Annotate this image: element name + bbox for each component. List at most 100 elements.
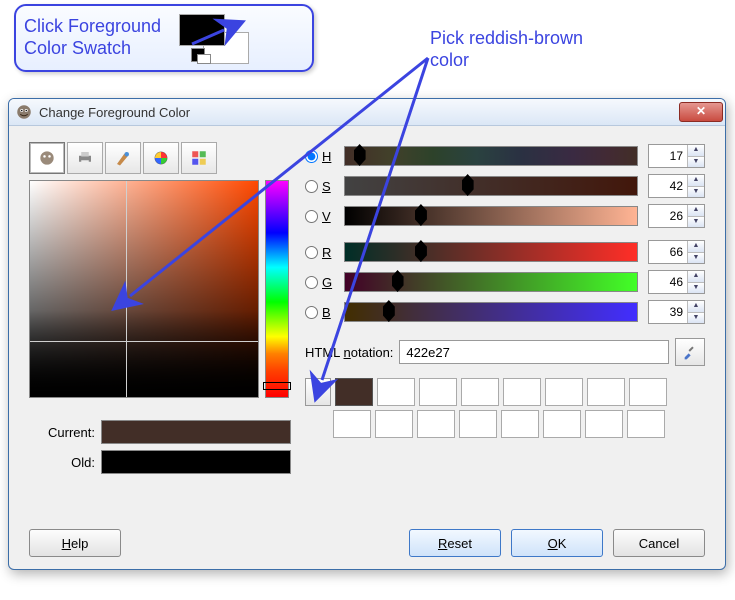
saturation-value-field[interactable] <box>29 180 259 398</box>
tab-gimp-picker[interactable] <box>29 142 65 174</box>
slider-h[interactable] <box>344 146 638 166</box>
history-swatch[interactable] <box>459 410 497 438</box>
hue-marker <box>263 382 291 390</box>
slider-v[interactable] <box>344 206 638 226</box>
change-foreground-color-dialog: Change Foreground Color ✕ <box>8 98 726 570</box>
history-swatch[interactable] <box>629 378 667 406</box>
html-notation-input[interactable] <box>399 340 669 364</box>
history-swatch[interactable] <box>545 378 583 406</box>
spinner-input-g[interactable] <box>649 271 687 293</box>
history-swatch[interactable] <box>335 378 373 406</box>
spinner-s[interactable]: ▲▼ <box>648 174 705 198</box>
channel-row-b: B ▲▼ <box>305 298 705 326</box>
hue-strip[interactable] <box>265 180 289 398</box>
ok-button[interactable]: OK <box>511 529 603 557</box>
color-history-row: ▶ <box>305 378 705 406</box>
channel-radio-h[interactable] <box>305 150 318 163</box>
tab-color-wheel-icon[interactable] <box>143 142 179 174</box>
tab-printer-icon[interactable] <box>67 142 103 174</box>
history-swatch[interactable] <box>501 410 539 438</box>
color-wheel-icon <box>152 149 170 167</box>
tab-watercolor-icon[interactable] <box>105 142 141 174</box>
history-swatch[interactable] <box>503 378 541 406</box>
spinner-down-icon[interactable]: ▼ <box>688 312 704 324</box>
titlebar[interactable]: Change Foreground Color ✕ <box>9 99 725 126</box>
spinner-up-icon[interactable]: ▲ <box>688 301 704 312</box>
spinner-h[interactable]: ▲▼ <box>648 144 705 168</box>
history-swatch[interactable] <box>461 378 499 406</box>
spinner-input-b[interactable] <box>649 301 687 323</box>
cancel-button[interactable]: Cancel <box>613 529 705 557</box>
slider-g[interactable] <box>344 272 638 292</box>
channel-row-s: S ▲▼ <box>305 172 705 200</box>
spinner-g[interactable]: ▲▼ <box>648 270 705 294</box>
annotation-swatch-text: Click Foreground Color Swatch <box>24 16 161 59</box>
channel-label-b: B <box>322 305 336 320</box>
add-to-history-button[interactable]: ▶ <box>305 378 331 406</box>
history-swatch[interactable] <box>585 410 623 438</box>
channel-row-r: R ▲▼ <box>305 238 705 266</box>
spinner-up-icon[interactable]: ▲ <box>688 241 704 252</box>
history-swatch[interactable] <box>587 378 625 406</box>
spinner-down-icon[interactable]: ▼ <box>688 186 704 198</box>
spinner-b[interactable]: ▲▼ <box>648 300 705 324</box>
spinner-down-icon[interactable]: ▼ <box>688 282 704 294</box>
history-swatch[interactable] <box>417 410 455 438</box>
history-swatch[interactable] <box>419 378 457 406</box>
history-swatch[interactable] <box>543 410 581 438</box>
help-button[interactable]: Help <box>29 529 121 557</box>
spinner-r[interactable]: ▲▼ <box>648 240 705 264</box>
spinner-up-icon[interactable]: ▲ <box>688 205 704 216</box>
history-swatch[interactable] <box>627 410 665 438</box>
close-button[interactable]: ✕ <box>679 102 723 122</box>
spinner-down-icon[interactable]: ▼ <box>688 252 704 264</box>
channel-label-v: V <box>322 209 336 224</box>
tab-palette-icon[interactable] <box>181 142 217 174</box>
annotation-swatch-hint: Click Foreground Color Swatch ⇄ <box>14 4 314 72</box>
spinner-input-v[interactable] <box>649 205 687 227</box>
history-swatch[interactable] <box>377 378 415 406</box>
sv-crosshair-horizontal <box>30 341 258 342</box>
spinner-up-icon[interactable]: ▲ <box>688 145 704 156</box>
fg-swatch <box>179 14 225 46</box>
channel-radio-b[interactable] <box>305 306 318 319</box>
old-label: Old: <box>29 455 101 470</box>
channel-label-h: H <box>322 149 336 164</box>
history-swatch[interactable] <box>375 410 413 438</box>
brush-icon <box>114 149 132 167</box>
eyedropper-icon <box>682 344 698 360</box>
spinner-v[interactable]: ▲▼ <box>648 204 705 228</box>
spinner-up-icon[interactable]: ▲ <box>688 175 704 186</box>
sv-crosshair-vertical <box>126 181 127 397</box>
channel-label-r: R <box>322 245 336 260</box>
channel-row-h: H ▲▼ <box>305 142 705 170</box>
spinner-up-icon[interactable]: ▲ <box>688 271 704 282</box>
spinner-input-r[interactable] <box>649 241 687 263</box>
channel-label-g: G <box>322 275 336 290</box>
current-label: Current: <box>29 425 101 440</box>
spinner-input-h[interactable] <box>649 145 687 167</box>
channel-radio-r[interactable] <box>305 246 318 259</box>
dialog-title: Change Foreground Color <box>39 105 190 120</box>
spinner-down-icon[interactable]: ▼ <box>688 156 704 168</box>
gimp-app-icon <box>15 103 33 121</box>
channel-radio-s[interactable] <box>305 180 318 193</box>
fg-bg-swatch-illustration: ⇄ <box>177 10 253 66</box>
history-swatch[interactable] <box>333 410 371 438</box>
gimp-icon <box>37 148 57 168</box>
slider-r[interactable] <box>344 242 638 262</box>
channel-row-v: V ▲▼ <box>305 202 705 230</box>
channel-label-s: S <box>322 179 336 194</box>
spinner-input-s[interactable] <box>649 175 687 197</box>
slider-s[interactable] <box>344 176 638 196</box>
channel-radio-g[interactable] <box>305 276 318 289</box>
slider-b[interactable] <box>344 302 638 322</box>
old-color-swatch[interactable] <box>101 450 291 474</box>
current-color-swatch <box>101 420 291 444</box>
spinner-down-icon[interactable]: ▼ <box>688 216 704 228</box>
eyedropper-button[interactable] <box>675 338 705 366</box>
palette-icon <box>190 149 208 167</box>
reset-button[interactable]: Reset <box>409 529 501 557</box>
channel-radio-v[interactable] <box>305 210 318 223</box>
printer-icon <box>76 149 94 167</box>
